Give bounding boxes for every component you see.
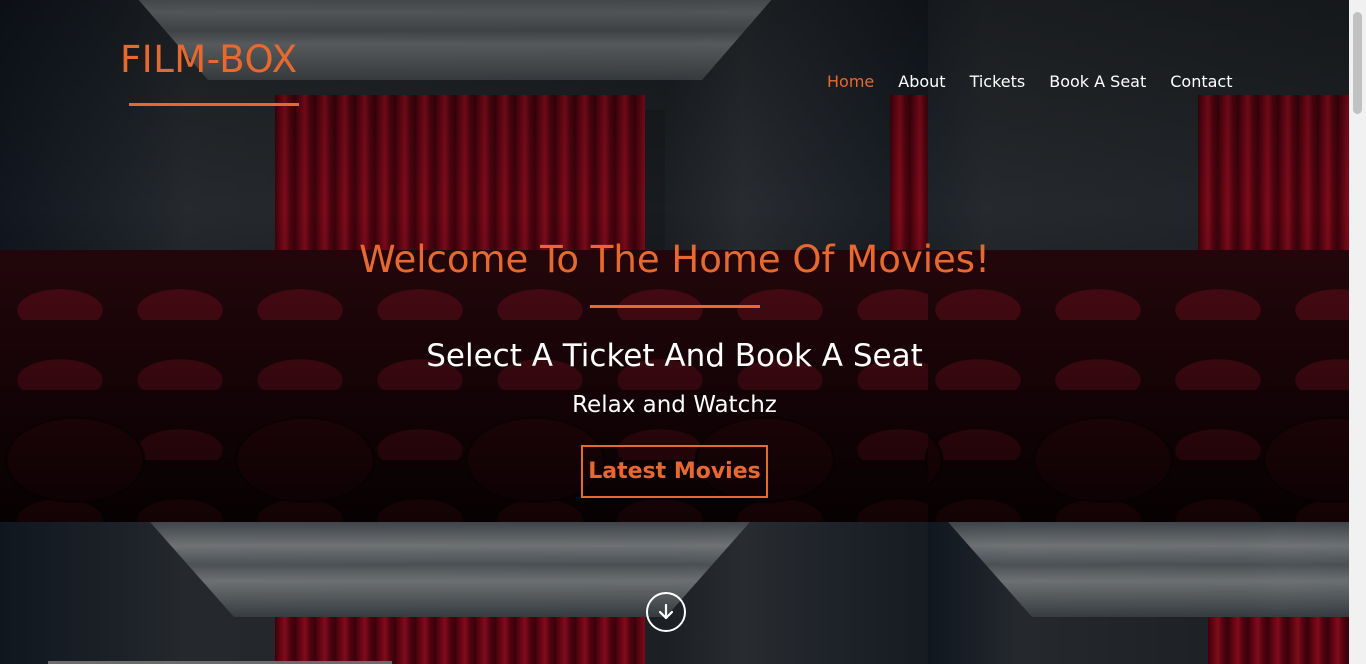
site-logo[interactable]: FILM-BOX (120, 38, 298, 81)
nav-tickets-link[interactable]: Tickets (970, 72, 1026, 91)
hero-title: Welcome To The Home Of Movies! (359, 238, 990, 281)
vertical-scrollbar[interactable] (1349, 0, 1366, 664)
hero-subtitle: Select A Ticket And Book A Seat (426, 338, 923, 374)
nav-contact-link[interactable]: Contact (1170, 72, 1232, 91)
latest-movies-button[interactable]: Latest Movies (581, 445, 768, 498)
main-nav: Home About Tickets Book A Seat Contact (827, 72, 1233, 91)
arrow-down-icon (658, 603, 674, 620)
logo-underline (129, 103, 299, 106)
hero-divider (590, 305, 760, 308)
nav-about-link[interactable]: About (898, 72, 945, 91)
nav-home-link[interactable]: Home (827, 72, 874, 91)
page: FILM-BOX Home About Tickets Book A Seat … (0, 0, 1349, 664)
vertical-scrollbar-thumb[interactable] (1353, 12, 1362, 114)
nav-book-a-seat-link[interactable]: Book A Seat (1049, 72, 1146, 91)
arrow-down-circle-icon[interactable] (646, 592, 686, 632)
hero-tagline: Relax and Watchz (572, 392, 777, 418)
